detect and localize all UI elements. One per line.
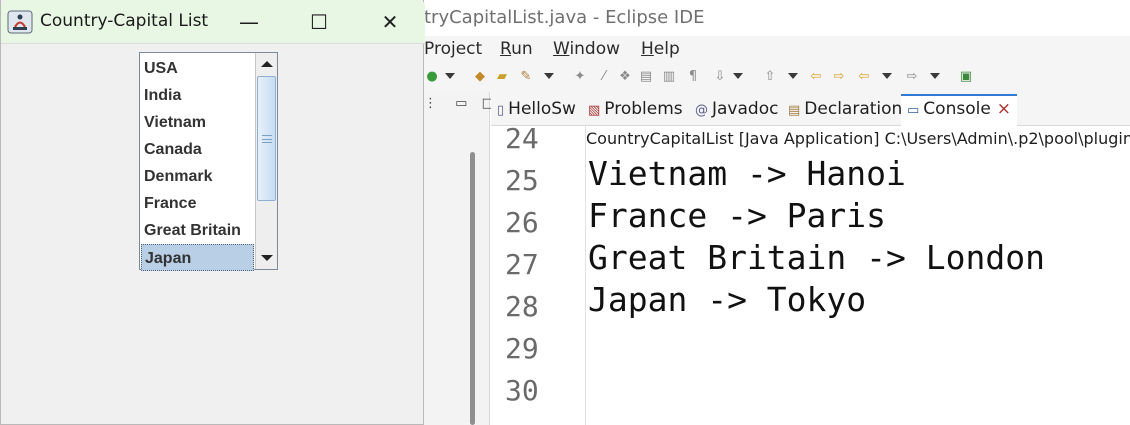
menu-help[interactable]: Help bbox=[641, 39, 680, 59]
list-item[interactable]: Canada bbox=[141, 136, 254, 163]
marker-icon[interactable]: ✦ bbox=[572, 69, 588, 85]
swing-title-bar[interactable]: Country-Capital List — ☐ ✕ bbox=[1, 0, 425, 44]
line-number: 30 bbox=[505, 374, 539, 407]
console-tab-close-icon[interactable]: × bbox=[997, 99, 1011, 119]
line-number: 29 bbox=[505, 332, 539, 365]
list-item[interactable]: Great Britain bbox=[141, 217, 254, 244]
prev-annotation-dropdown-icon[interactable] bbox=[788, 73, 798, 79]
search-icon[interactable]: ✎ bbox=[518, 69, 534, 85]
list-item[interactable]: USA bbox=[141, 55, 254, 82]
line-number: 25 bbox=[505, 164, 539, 197]
country-capital-window: Country-Capital List — ☐ ✕ USA India Vie… bbox=[0, 0, 425, 425]
console-icon: ▭ bbox=[907, 103, 920, 118]
panel-minimize-icon[interactable]: ▭ bbox=[455, 96, 467, 111]
list-item-selected[interactable]: Japan bbox=[141, 244, 254, 271]
menu-run[interactable]: Run bbox=[500, 39, 533, 59]
console-output-line: Vietnam -> Hanoi bbox=[588, 154, 906, 193]
open-perspective-icon[interactable]: ▣ bbox=[958, 69, 974, 85]
swing-window-title: Country-Capital List bbox=[40, 11, 209, 31]
menu-window[interactable]: Window bbox=[553, 39, 620, 59]
forward-icon[interactable]: ⇨ bbox=[904, 69, 920, 85]
list-scrollbar[interactable] bbox=[255, 53, 277, 269]
scroll-up-button[interactable] bbox=[257, 54, 276, 74]
block-icon[interactable]: ▤ bbox=[638, 69, 654, 85]
new-package-icon[interactable]: ◆ bbox=[472, 69, 488, 85]
back-dropdown-icon[interactable] bbox=[882, 73, 892, 79]
maximize-button[interactable]: ☐ bbox=[304, 8, 334, 36]
line-number: 27 bbox=[505, 248, 539, 281]
javadoc-icon: @ bbox=[695, 103, 708, 118]
console-process-label: CountryCapitalList [Java Application] C:… bbox=[586, 129, 1130, 148]
tab-javadoc[interactable]: @ Javadoc bbox=[695, 99, 778, 119]
scroll-down-button[interactable] bbox=[257, 248, 276, 268]
line-number: 28 bbox=[505, 290, 539, 323]
grip-icon bbox=[262, 135, 272, 143]
back-icon[interactable]: ⇦ bbox=[856, 69, 872, 85]
prev-annotation-icon[interactable]: ⇧ bbox=[762, 69, 778, 85]
show-whitespace-icon[interactable]: ▥ bbox=[661, 69, 677, 85]
java-app-icon bbox=[7, 10, 33, 34]
menu-project[interactable]: Project bbox=[424, 39, 482, 59]
problems-icon: ▧ bbox=[588, 103, 601, 118]
search-dropdown-icon[interactable] bbox=[544, 73, 554, 79]
declaration-icon: ▤ bbox=[788, 103, 801, 118]
arrow-up-icon bbox=[261, 61, 273, 67]
console-output-line: France -> Paris bbox=[588, 196, 887, 235]
tab-declaration[interactable]: ▤ Declaration bbox=[788, 99, 902, 119]
close-button[interactable]: ✕ bbox=[375, 8, 405, 36]
list-item[interactable]: Vietnam bbox=[141, 109, 254, 136]
toggle-icon[interactable]: ❖ bbox=[617, 69, 633, 85]
run-icon[interactable]: ● bbox=[424, 69, 440, 85]
country-list[interactable]: USA India Vietnam Canada Denmark France … bbox=[139, 52, 278, 271]
tab-hellosw[interactable]: ▯ HelloSw bbox=[497, 99, 576, 119]
view-menu-icon[interactable]: ⋮ bbox=[424, 96, 437, 111]
panel-scrollbar[interactable] bbox=[470, 152, 475, 425]
minimize-button[interactable]: — bbox=[234, 8, 264, 36]
tab-problems[interactable]: ▧ Problems bbox=[588, 99, 683, 119]
open-folder-icon[interactable]: ▰ bbox=[494, 69, 510, 85]
console-output-line: Japan -> Tokyo bbox=[588, 280, 867, 319]
line-number: 26 bbox=[505, 206, 539, 239]
list-item[interactable]: India bbox=[141, 82, 254, 109]
arrow-down-icon bbox=[261, 255, 273, 261]
edit-location-icon[interactable]: ⇨ bbox=[831, 69, 847, 85]
console-output-line: Great Britain -> London bbox=[588, 238, 1045, 277]
list-item[interactable]: France bbox=[141, 190, 254, 217]
java-file-icon: ▯ bbox=[497, 103, 505, 118]
pilcrow-icon[interactable]: ¶ bbox=[685, 69, 701, 85]
last-edit-icon[interactable]: ⇦ bbox=[808, 69, 824, 85]
eclipse-window-title: tryCapitalList.java - Eclipse IDE bbox=[424, 7, 705, 28]
line-number: 24 bbox=[505, 122, 539, 155]
panel-controls: ⋮ ▭ □ bbox=[424, 96, 494, 111]
forward-dropdown-icon[interactable] bbox=[930, 73, 940, 79]
run-dropdown-icon[interactable] bbox=[445, 73, 455, 79]
tab-console[interactable]: ▭ Console × bbox=[907, 99, 1011, 119]
scroll-thumb[interactable] bbox=[257, 76, 276, 201]
next-annotation-icon[interactable]: ⇩ bbox=[712, 69, 728, 85]
list-item[interactable]: Denmark bbox=[141, 163, 254, 190]
annotation-icon[interactable]: ⁄ bbox=[596, 69, 612, 85]
next-annotation-dropdown-icon[interactable] bbox=[733, 73, 743, 79]
